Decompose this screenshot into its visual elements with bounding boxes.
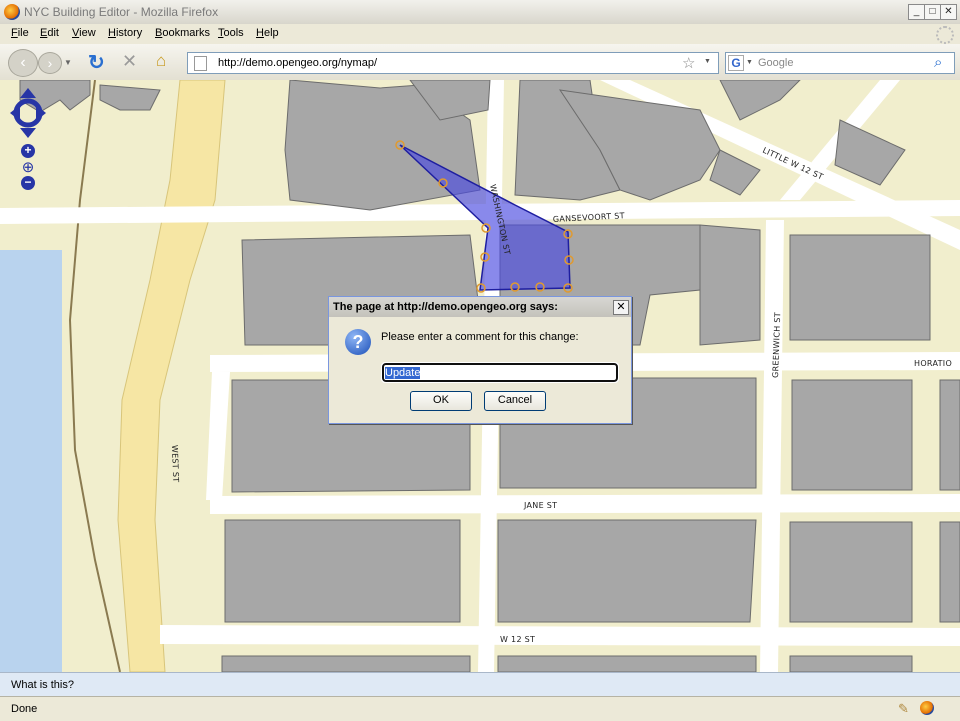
street-label-west: WEST ST	[170, 445, 180, 483]
back-button[interactable]: ‹	[8, 49, 38, 77]
question-icon: ?	[345, 329, 371, 355]
dialog-title-bar[interactable]: The page at http://demo.opengeo.org says…	[329, 297, 631, 317]
menu-tools[interactable]: Tools	[218, 27, 244, 39]
google-engine-icon[interactable]: G	[728, 55, 744, 71]
comment-input[interactable]	[381, 362, 619, 383]
street-label-jane: JANE ST	[523, 501, 557, 510]
menu-bookmarks[interactable]: Bookmarks	[155, 27, 210, 39]
cancel-button[interactable]: Cancel	[484, 391, 546, 411]
addon-icon[interactable]: ✎	[898, 701, 909, 717]
title-bar: NYC Building Editor - Mozilla Firefox _ …	[0, 0, 960, 25]
url-dropdown-icon[interactable]: ▼	[704, 58, 711, 65]
search-input[interactable]: Google	[758, 57, 793, 69]
search-bar[interactable]: G ▼ Google ⌕	[725, 52, 955, 74]
engine-dropdown-icon[interactable]: ▼	[746, 59, 753, 66]
menu-help[interactable]: Help	[256, 27, 279, 39]
throbber-icon	[936, 26, 954, 44]
maximize-button[interactable]: □	[924, 4, 941, 20]
page-icon	[194, 56, 207, 71]
jane-street	[210, 494, 960, 514]
menu-file[interactable]: File	[11, 27, 29, 39]
menu-history[interactable]: History	[108, 27, 142, 39]
status-bar: Done ✎	[0, 696, 960, 721]
info-link[interactable]: What is this?	[11, 679, 74, 691]
info-bar: What is this?	[0, 672, 960, 697]
street-label-horatio: HORATIO	[914, 359, 952, 368]
bookmark-star-icon[interactable]: ☆	[682, 54, 695, 72]
menu-bar: File Edit View History Bookmarks Tools H…	[0, 24, 960, 44]
dialog-close-button[interactable]: ✕	[613, 300, 629, 315]
street-label-w12: W 12 ST	[500, 635, 535, 644]
search-icon[interactable]: ⌕	[934, 54, 942, 71]
hudson-river	[0, 250, 62, 672]
home-icon[interactable]: ⌂	[156, 51, 166, 71]
close-button[interactable]: ✕	[940, 4, 957, 20]
reload-icon[interactable]: ↻	[88, 50, 105, 75]
minimize-button[interactable]: _	[908, 4, 925, 20]
history-dropdown-icon[interactable]: ▼	[64, 58, 72, 67]
status-text: Done	[11, 703, 38, 715]
dialog-message: Please enter a comment for this change:	[381, 331, 579, 343]
url-bar[interactable]: http://demo.opengeo.org/nymap/ ☆ ▼	[187, 52, 719, 74]
ok-button[interactable]: OK	[410, 391, 472, 411]
zoom-in-button[interactable]: +	[21, 144, 35, 158]
globe-icon[interactable]: ⊕	[19, 160, 37, 176]
firefox-status-icon[interactable]	[920, 701, 934, 715]
w12-street	[160, 625, 960, 646]
prompt-dialog: The page at http://demo.opengeo.org says…	[328, 296, 632, 424]
zoom-out-button[interactable]: −	[21, 176, 35, 190]
dialog-title: The page at http://demo.opengeo.org says…	[333, 301, 558, 313]
forward-button[interactable]: ›	[38, 52, 62, 74]
stop-icon[interactable]: ✕	[122, 51, 137, 72]
window-title: NYC Building Editor - Mozilla Firefox	[24, 5, 219, 19]
menu-view[interactable]: View	[72, 27, 96, 39]
url-text[interactable]: http://demo.opengeo.org/nymap/	[218, 57, 377, 69]
pan-control[interactable]	[10, 88, 46, 138]
firefox-logo-icon	[4, 4, 20, 20]
menu-edit[interactable]: Edit	[40, 27, 59, 39]
